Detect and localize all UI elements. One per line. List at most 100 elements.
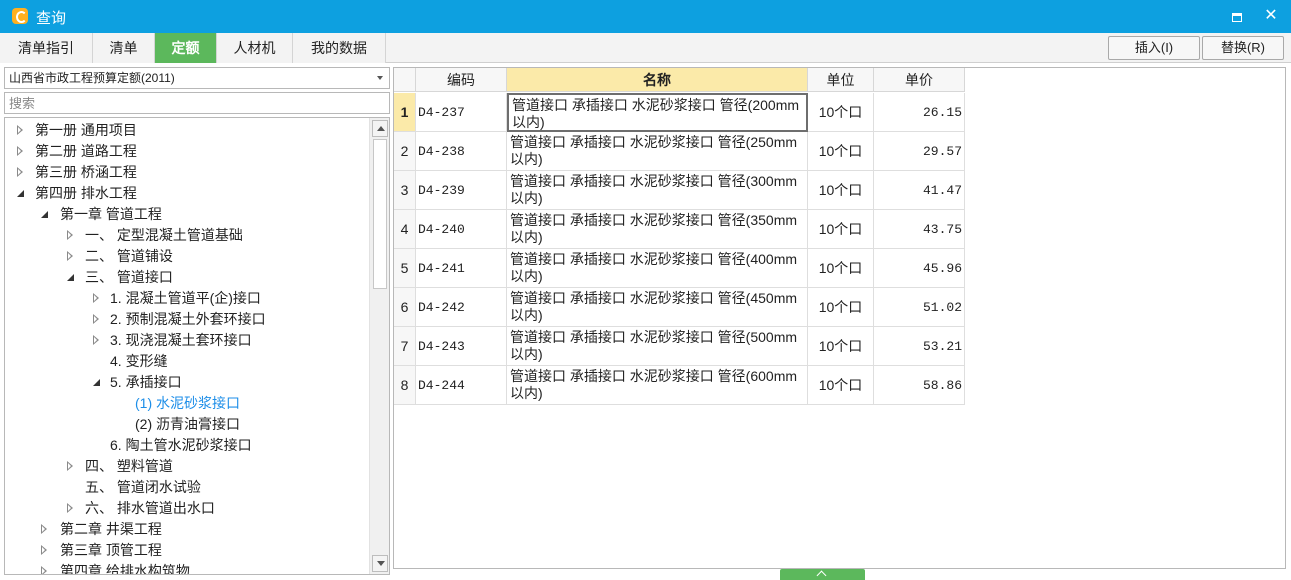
code-cell[interactable]: D4-239: [416, 171, 507, 210]
table-row[interactable]: 3 D4-239 管道接口 承插接口 水泥砂浆接口 管径(300mm以内) 10个口 4…: [394, 171, 965, 210]
expanded-arrow-icon[interactable]: [41, 211, 48, 218]
unit-cell[interactable]: 10个口: [808, 93, 874, 132]
replace-button[interactable]: 替换(R): [1202, 36, 1284, 60]
tree-item[interactable]: 6. 陶土管水泥砂浆接口: [5, 435, 369, 456]
row-index-cell[interactable]: 2: [394, 132, 416, 171]
tree-item[interactable]: 四、 塑料管道: [5, 456, 369, 477]
close-button[interactable]: ✕: [1261, 6, 1281, 26]
tree-item[interactable]: 第二章 井渠工程: [5, 519, 369, 540]
collapsed-arrow-icon[interactable]: [17, 146, 23, 156]
unit-column-header[interactable]: 单位: [808, 68, 874, 92]
unit-cell[interactable]: 10个口: [808, 327, 874, 366]
insert-button[interactable]: 插入(I): [1108, 36, 1200, 60]
price-cell[interactable]: 58.86: [874, 366, 965, 405]
unit-cell[interactable]: 10个口: [808, 249, 874, 288]
tree-item[interactable]: 第四册 排水工程: [5, 183, 369, 204]
collapsed-arrow-icon[interactable]: [41, 566, 47, 574]
name-cell[interactable]: 管道接口 承插接口 水泥砂浆接口 管径(450mm以内): [507, 288, 808, 327]
tree-item[interactable]: (1) 水泥砂浆接口: [5, 393, 369, 414]
name-cell[interactable]: 管道接口 承插接口 水泥砂浆接口 管径(400mm以内): [507, 249, 808, 288]
unit-cell[interactable]: 10个口: [808, 171, 874, 210]
code-cell[interactable]: D4-240: [416, 210, 507, 249]
row-index-cell[interactable]: 4: [394, 210, 416, 249]
collapsed-arrow-icon[interactable]: [67, 230, 73, 240]
row-index-cell[interactable]: 6: [394, 288, 416, 327]
tree-item[interactable]: (2) 沥青油膏接口: [5, 414, 369, 435]
tree-item[interactable]: 第三章 顶管工程: [5, 540, 369, 561]
tab-quota[interactable]: 定额: [155, 33, 217, 63]
scroll-thumb[interactable]: [373, 139, 387, 289]
maximize-button[interactable]: [1227, 6, 1247, 26]
expanded-arrow-icon[interactable]: [17, 190, 24, 197]
tab-my-data[interactable]: 我的数据: [293, 33, 386, 63]
code-cell[interactable]: D4-242: [416, 288, 507, 327]
code-cell[interactable]: D4-237: [416, 93, 507, 132]
unit-cell[interactable]: 10个口: [808, 210, 874, 249]
price-cell[interactable]: 29.57: [874, 132, 965, 171]
tree-item[interactable]: 2. 预制混凝土外套环接口: [5, 309, 369, 330]
collapsed-arrow-icon[interactable]: [41, 524, 47, 534]
unit-cell[interactable]: 10个口: [808, 366, 874, 405]
row-index-cell[interactable]: 8: [394, 366, 416, 405]
collapsed-arrow-icon[interactable]: [67, 503, 73, 513]
collapsed-arrow-icon[interactable]: [17, 167, 23, 177]
price-cell[interactable]: 53.21: [874, 327, 965, 366]
code-cell[interactable]: D4-243: [416, 327, 507, 366]
collapsed-arrow-icon[interactable]: [67, 461, 73, 471]
tab-bill-guide[interactable]: 清单指引: [0, 33, 93, 63]
tree-item[interactable]: 3. 现浇混凝土套环接口: [5, 330, 369, 351]
tree-item[interactable]: 第一章 管道工程: [5, 204, 369, 225]
row-index-cell[interactable]: 5: [394, 249, 416, 288]
table-row[interactable]: 6 D4-242 管道接口 承插接口 水泥砂浆接口 管径(450mm以内) 10个口 5…: [394, 288, 965, 327]
collapsed-arrow-icon[interactable]: [93, 293, 99, 303]
price-cell[interactable]: 43.75: [874, 210, 965, 249]
name-cell[interactable]: 管道接口 承插接口 水泥砂浆接口 管径(600mm以内): [507, 366, 808, 405]
code-cell[interactable]: D4-244: [416, 366, 507, 405]
price-cell[interactable]: 51.02: [874, 288, 965, 327]
table-row[interactable]: 8 D4-244 管道接口 承插接口 水泥砂浆接口 管径(600mm以内) 10个口 5…: [394, 366, 965, 405]
search-input[interactable]: [4, 92, 390, 114]
quota-library-select[interactable]: 山西省市政工程预算定额(2011): [4, 67, 390, 89]
tree-item[interactable]: 二、 管道铺设: [5, 246, 369, 267]
scroll-down-icon[interactable]: [372, 555, 388, 572]
name-cell[interactable]: 管道接口 承插接口 水泥砂浆接口 管径(200mm以内): [507, 93, 808, 132]
tree-item[interactable]: 第二册 道路工程: [5, 141, 369, 162]
collapsed-arrow-icon[interactable]: [17, 125, 23, 135]
row-index-cell[interactable]: 1: [394, 93, 416, 132]
price-cell[interactable]: 45.96: [874, 249, 965, 288]
table-row[interactable]: 2 D4-238 管道接口 承插接口 水泥砂浆接口 管径(250mm以内) 10个口 2…: [394, 132, 965, 171]
row-index-cell[interactable]: 7: [394, 327, 416, 366]
tree-item[interactable]: 第四章 给排水构筑物: [5, 561, 369, 574]
price-cell[interactable]: 41.47: [874, 171, 965, 210]
unit-cell[interactable]: 10个口: [808, 288, 874, 327]
expanded-arrow-icon[interactable]: [67, 274, 74, 281]
collapsed-arrow-icon[interactable]: [67, 251, 73, 261]
tree-item[interactable]: 六、 排水管道出水口: [5, 498, 369, 519]
name-cell[interactable]: 管道接口 承插接口 水泥砂浆接口 管径(350mm以内): [507, 210, 808, 249]
tree-scrollbar[interactable]: [369, 118, 389, 574]
scroll-up-icon[interactable]: [372, 120, 388, 137]
code-cell[interactable]: D4-238: [416, 132, 507, 171]
table-row[interactable]: 5 D4-241 管道接口 承插接口 水泥砂浆接口 管径(400mm以内) 10个口 4…: [394, 249, 965, 288]
tree-item[interactable]: 三、 管道接口: [5, 267, 369, 288]
tab-bill[interactable]: 清单: [93, 33, 155, 63]
tree-item[interactable]: 第一册 通用项目: [5, 120, 369, 141]
tree-item[interactable]: 5. 承插接口: [5, 372, 369, 393]
code-cell[interactable]: D4-241: [416, 249, 507, 288]
name-cell[interactable]: 管道接口 承插接口 水泥砂浆接口 管径(500mm以内): [507, 327, 808, 366]
unit-cell[interactable]: 10个口: [808, 132, 874, 171]
name-cell[interactable]: 管道接口 承插接口 水泥砂浆接口 管径(300mm以内): [507, 171, 808, 210]
name-cell[interactable]: 管道接口 承插接口 水泥砂浆接口 管径(250mm以内): [507, 132, 808, 171]
table-row[interactable]: 4 D4-240 管道接口 承插接口 水泥砂浆接口 管径(350mm以内) 10个口 4…: [394, 210, 965, 249]
collapsed-arrow-icon[interactable]: [41, 545, 47, 555]
code-column-header[interactable]: 编码: [416, 68, 507, 92]
price-column-header[interactable]: 单价: [874, 68, 965, 92]
name-column-header[interactable]: 名称: [507, 68, 808, 92]
collapsed-arrow-icon[interactable]: [93, 314, 99, 324]
tab-labor-material-machine[interactable]: 人材机: [217, 33, 293, 63]
table-row[interactable]: 7 D4-243 管道接口 承插接口 水泥砂浆接口 管径(500mm以内) 10个口 5…: [394, 327, 965, 366]
row-index-cell[interactable]: 3: [394, 171, 416, 210]
table-row[interactable]: 1 D4-237 管道接口 承插接口 水泥砂浆接口 管径(200mm以内) 10个口 2…: [394, 93, 965, 132]
tree-item[interactable]: 4. 变形缝: [5, 351, 369, 372]
collapsed-arrow-icon[interactable]: [93, 335, 99, 345]
